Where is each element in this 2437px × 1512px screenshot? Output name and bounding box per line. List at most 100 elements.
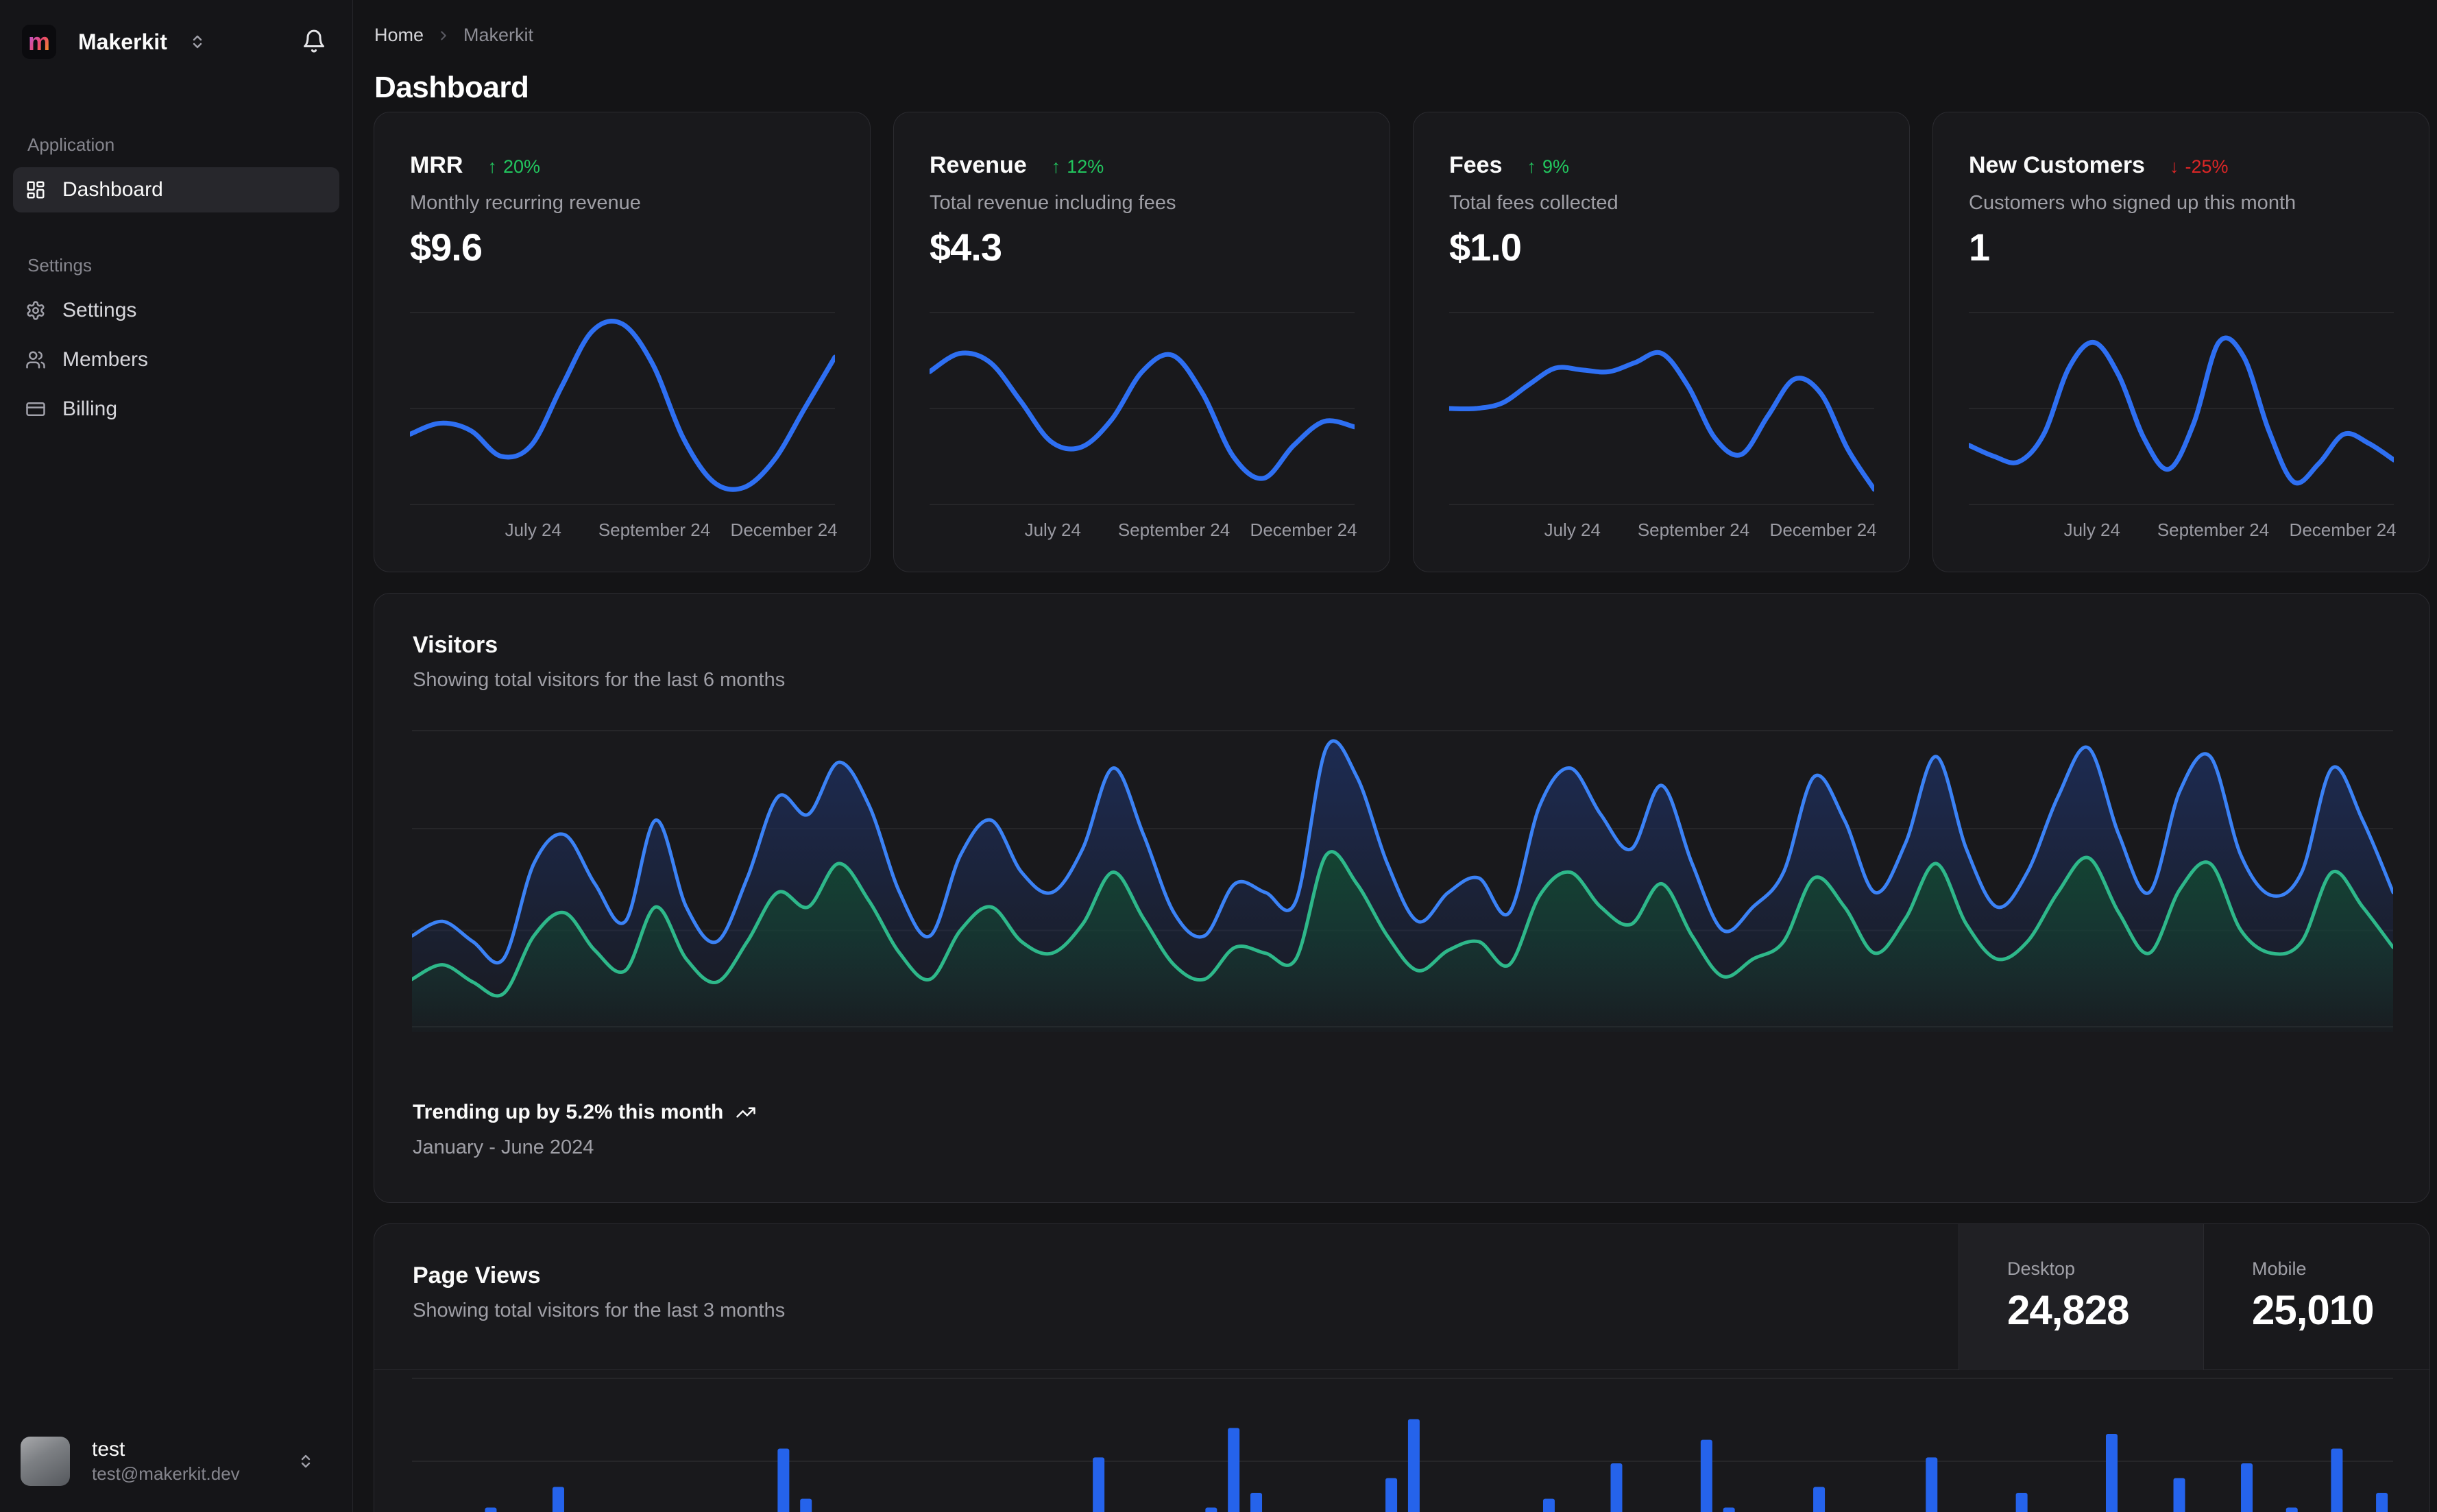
chevron-right-icon [436,28,451,43]
trend-badge: ↑ 20% [487,156,540,178]
gear-icon [25,300,46,321]
page-views-title: Page Views [413,1263,541,1289]
workspace-switcher[interactable]: m Makerkit [22,25,206,59]
visitors-title: Visitors [413,632,498,658]
stat-card-subtitle: Total fees collected [1449,192,1618,214]
x-axis-tick: December 24 [1769,520,1877,540]
chevrons-up-down-icon [189,34,206,50]
x-axis-tick: July 24 [505,520,561,540]
page-views-subtitle: Showing total visitors for the last 3 mo… [413,1300,786,1321]
makerkit-logo: m [22,25,56,59]
mrr-sparkline-chart [410,306,835,511]
user-email: test@makerkit.dev [92,1463,240,1484]
page-views-card: Page Views Showing total visitors for th… [374,1223,2430,1512]
trend-badge: ↑ 12% [1052,156,1104,178]
page-views-bar-chart [412,1375,2393,1512]
notifications-bell-icon[interactable] [302,29,326,53]
trending-summary: Trending up by 5.2% this month [413,1101,756,1124]
revenue-sparkline-chart [930,306,1355,511]
x-axis-tick: December 24 [730,520,838,540]
sidebar-item-billing[interactable]: Billing [13,387,339,432]
stat-card-new-customers: New Customers ↓ -25% Customers who signed… [1932,112,2429,572]
avatar [21,1437,70,1486]
new-customers-sparkline-chart [1969,306,2394,511]
trend-value: 9% [1542,156,1570,177]
sidebar-section-application: Application [27,134,115,155]
trend-value: -25% [2185,156,2229,177]
x-axis-tick: September 24 [598,520,711,540]
x-axis-tick: December 24 [2289,520,2397,540]
breadcrumb-current: Makerkit [463,25,534,45]
stat-card-title: New Customers [1969,152,2145,178]
visitors-subtitle: Showing total visitors for the last 6 mo… [413,669,786,691]
sidebar-item-label: Dashboard [62,178,163,201]
chevrons-up-down-icon [298,1453,314,1470]
x-axis-tick: July 24 [2063,520,2120,540]
stat-card-subtitle: Total revenue including fees [930,192,1176,214]
stat-card-mrr: MRR ↑ 20% Monthly recurring revenue $9.6 … [374,112,871,572]
stat-card-fees: Fees ↑ 9% Total fees collected $1.0 July … [1413,112,1910,572]
visitors-area-chart [412,724,2393,1032]
trending-summary-text: Trending up by 5.2% this month [413,1101,724,1123]
dashboard-grid-icon [25,180,46,200]
page-views-series-tabs: Desktop 24,828 Mobile 25,010 [1959,1224,2429,1370]
x-axis-tick: July 24 [1544,520,1601,540]
app-sidebar: m Makerkit Application Dashboard Setting… [0,0,353,1512]
stat-card-value: $1.0 [1449,225,1522,269]
stat-card-subtitle: Customers who signed up this month [1969,192,2296,214]
page-views-header: Page Views Showing total visitors for th… [374,1224,2429,1370]
x-axis-tick: September 24 [1637,520,1750,540]
trend-up-arrow-icon: ↑ [1527,156,1537,177]
sidebar-item-dashboard[interactable]: Dashboard [13,167,339,212]
stat-card-title: MRR [410,152,463,178]
trend-value: 20% [502,156,540,177]
x-axis-tick: December 24 [1250,520,1357,540]
stat-card-value: 1 [1969,225,1990,269]
stat-card-value: $9.6 [410,225,483,269]
users-icon [25,350,46,370]
stat-card-value: $4.3 [930,225,1002,269]
x-axis-tick: September 24 [1117,520,1230,540]
date-range: January - June 2024 [413,1136,594,1158]
visitors-card: Visitors Showing total visitors for the … [374,593,2430,1203]
sidebar-item-label: Settings [62,299,137,321]
breadcrumb: Home Makerkit [374,25,533,46]
tab-value: 25,010 [2252,1287,2375,1333]
tab-mobile[interactable]: Mobile 25,010 [2203,1224,2429,1370]
sidebar-item-members[interactable]: Members [13,337,339,382]
stat-card-title: Fees [1449,152,1503,178]
trend-down-arrow-icon: ↓ [2169,156,2179,177]
trending-up-icon [736,1102,756,1123]
fees-sparkline-chart [1449,306,1874,511]
tab-desktop[interactable]: Desktop 24,828 [1959,1224,2203,1370]
user-name: test [92,1438,125,1461]
workspace-name: Makerkit [78,29,167,54]
user-info: test test@makerkit.dev [92,1437,240,1485]
sidebar-item-label: Members [62,348,149,371]
x-axis: July 24 September 24 December 24 [1969,520,2397,544]
tab-value: 24,828 [2007,1287,2130,1333]
dashboard-page: m Makerkit Application Dashboard Setting… [0,0,2437,1512]
sidebar-item-label: Billing [62,398,118,420]
page-title: Dashboard [374,71,529,105]
breadcrumb-home[interactable]: Home [374,25,424,46]
trend-up-arrow-icon: ↑ [1051,156,1061,177]
trend-badge: ↓ -25% [2170,156,2229,178]
tab-label: Mobile [2252,1258,2307,1279]
x-axis: July 24 September 24 December 24 [930,520,1357,544]
trend-up-arrow-icon: ↑ [487,156,497,177]
tab-label: Desktop [2007,1258,2076,1279]
stat-card-subtitle: Monthly recurring revenue [410,192,641,214]
sidebar-section-settings: Settings [27,255,92,276]
x-axis-tick: July 24 [1024,520,1081,540]
credit-card-icon [25,399,46,419]
user-menu[interactable]: test test@makerkit.dev [21,1437,332,1486]
stat-card-revenue: Revenue ↑ 12% Total revenue including fee… [893,112,1390,572]
sidebar-item-settings[interactable]: Settings [13,288,339,333]
x-axis-tick: September 24 [2157,520,2270,540]
stat-card-title: Revenue [930,152,1027,178]
trend-value: 12% [1067,156,1104,177]
x-axis: July 24 September 24 December 24 [410,520,838,544]
trend-badge: ↑ 9% [1527,156,1570,178]
x-axis: July 24 September 24 December 24 [1449,520,1877,544]
